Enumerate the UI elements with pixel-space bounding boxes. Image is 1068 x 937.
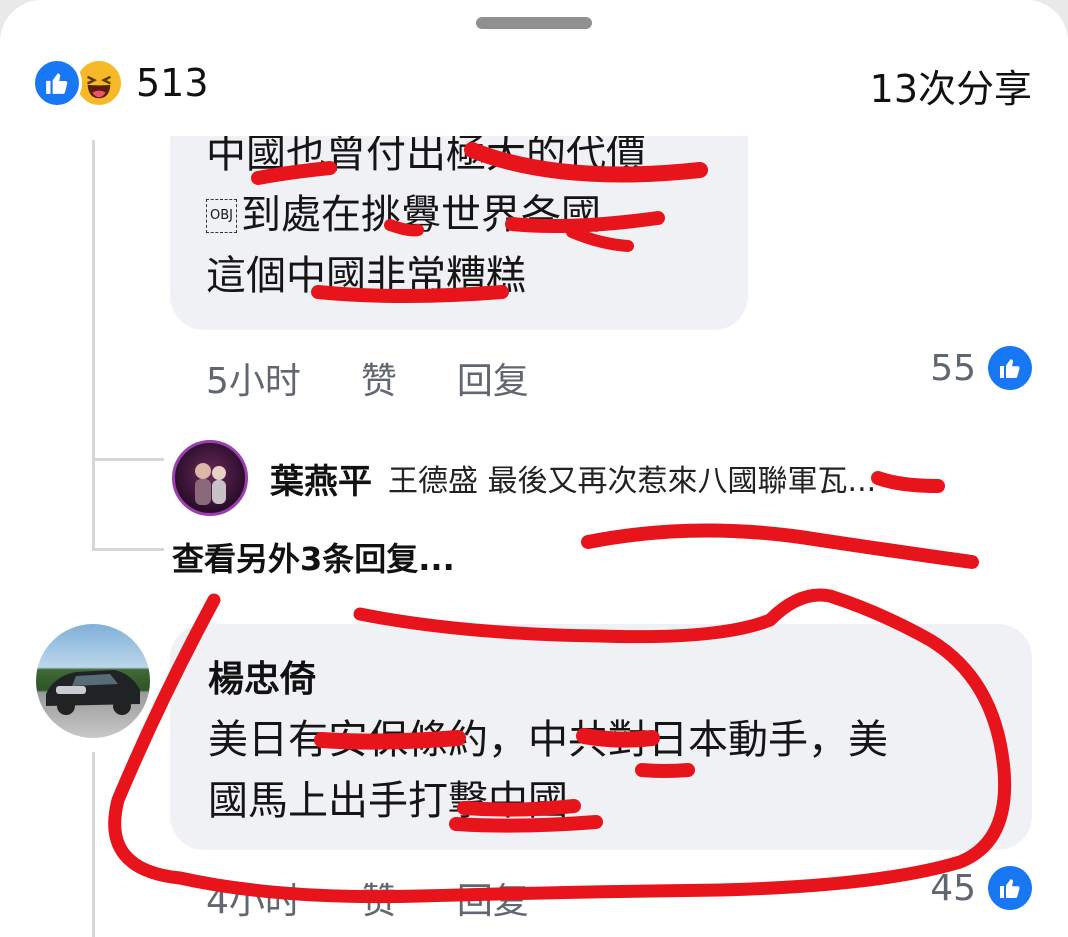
comment-author[interactable]: 楊忠倚 <box>208 650 316 702</box>
share-count[interactable]: 13次分享 <box>870 58 1032 113</box>
thread-line-branch <box>92 548 164 551</box>
comment-bubble: 中國也曾付出極大的代價 OBJ 到處在挑釁世界各國 這個中國非常糟糕 <box>170 110 748 330</box>
like-count-value: 45 <box>930 867 976 909</box>
like-count-value: 55 <box>930 347 976 389</box>
thread-line <box>92 140 95 550</box>
comment-actions: 5小时 赞 回复 <box>206 352 589 404</box>
comment-line: 美日有安保條約，中共對日本動手，美 <box>208 717 888 763</box>
reply-snippet: 王德盛 最後又再次惹來八國聯軍瓦... <box>388 464 877 499</box>
comment-like-count[interactable]: 55 <box>930 346 1032 390</box>
reply-preview[interactable]: 葉燕平 王德盛 最後又再次惹來八國聯軍瓦... <box>172 440 876 516</box>
comment-actions: 4小时 赞 回复 <box>206 872 589 924</box>
comment-like-count[interactable]: 45 <box>930 866 1032 910</box>
like-badge-icon <box>988 866 1032 910</box>
thread-line-branch <box>92 458 164 461</box>
like-action[interactable]: 赞 <box>361 872 397 924</box>
like-badge-icon <box>988 346 1032 390</box>
comments-sheet: 513 13次分享 中國也曾付出極大的代價 OBJ 到處在挑釁世界各國 這個中國… <box>0 0 1068 937</box>
avatar[interactable] <box>172 440 248 516</box>
reply-author[interactable]: 葉燕平 <box>270 454 372 503</box>
reply-action[interactable]: 回复 <box>457 872 529 924</box>
comment-line: 國馬上出手打擊中國 <box>208 778 568 824</box>
comment-line: 到處在挑釁世界各國 <box>241 192 601 238</box>
thread-line <box>92 752 95 937</box>
reply-action[interactable]: 回复 <box>457 352 529 404</box>
drag-handle-top <box>476 17 592 29</box>
obj-placeholder-icon: OBJ <box>206 198 237 233</box>
comment-time: 5小时 <box>206 361 301 402</box>
comment-line: 這個中國非常糟糕 <box>206 253 526 299</box>
avatar[interactable] <box>36 624 150 738</box>
comment-time: 4小时 <box>206 881 301 922</box>
like-icon <box>32 58 82 108</box>
reaction-count: 513 <box>136 61 209 105</box>
view-more-replies-link[interactable]: 查看另外3条回复... <box>172 534 455 580</box>
like-action[interactable]: 赞 <box>361 352 397 404</box>
reaction-summary-top: 513 <box>32 58 209 108</box>
